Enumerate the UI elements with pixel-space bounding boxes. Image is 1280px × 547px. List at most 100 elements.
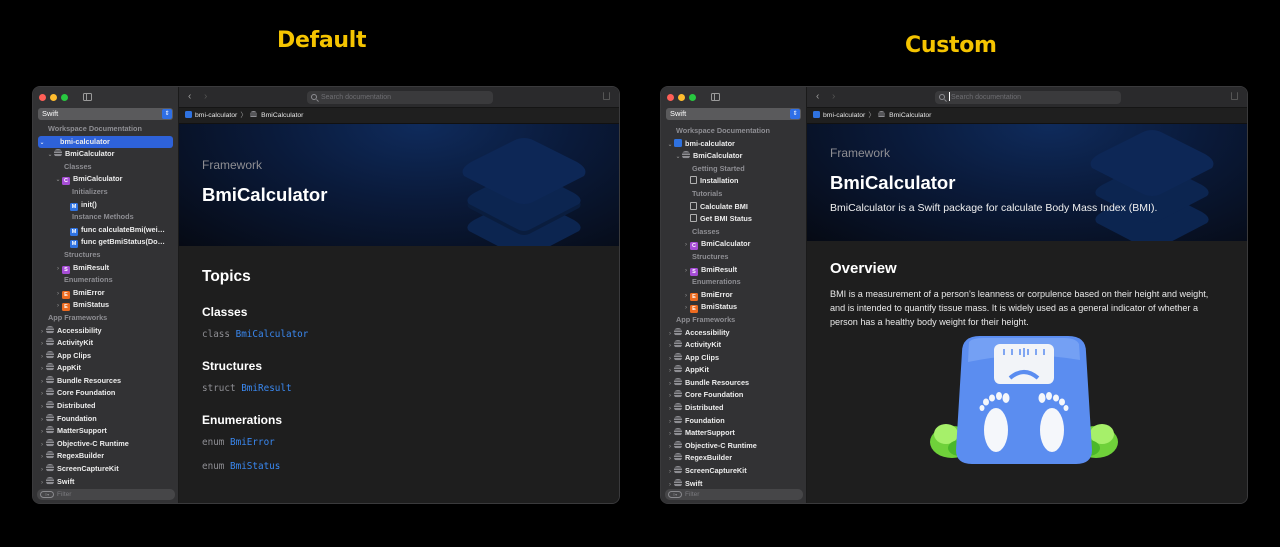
chevron-right-icon[interactable]: › — [666, 428, 674, 440]
chevron-right-icon[interactable]: › — [666, 390, 674, 402]
navigator-item[interactable]: › App Clips — [661, 352, 806, 365]
navigator-item[interactable]: › Distributed — [33, 400, 178, 413]
navigator-item[interactable]: › E BmiStatus — [33, 299, 178, 312]
decl-name[interactable]: BmiResult — [241, 383, 291, 394]
close-window-button[interactable] — [39, 94, 46, 101]
navigator-item[interactable]: › Accessibility — [33, 325, 178, 338]
filter-icon[interactable]: ≡▾ — [40, 491, 54, 498]
navigator-item[interactable]: Minit() — [33, 199, 178, 212]
chevron-right-icon[interactable]: › — [38, 338, 46, 350]
share-icon[interactable] — [603, 92, 610, 100]
decl-name[interactable]: BmiStatus — [230, 461, 280, 472]
decl-name[interactable]: BmiError — [230, 437, 275, 448]
chevron-right-icon[interactable]: › — [38, 477, 46, 489]
navigator-item[interactable]: Calculate BMI — [661, 201, 806, 214]
chevron-down-icon[interactable]: ⌄ — [38, 137, 46, 149]
chevron-right-icon[interactable]: › — [666, 340, 674, 352]
navigator-item[interactable]: ⌄ C BmiCalculator — [33, 173, 178, 186]
close-window-button[interactable] — [667, 94, 674, 101]
zoom-window-button[interactable] — [689, 94, 696, 101]
navigator-item[interactable]: › E BmiError — [33, 287, 178, 300]
navigator-item[interactable]: › S BmiResult — [661, 264, 806, 277]
chevron-down-icon[interactable]: ⌄ — [54, 174, 62, 186]
chevron-right-icon[interactable]: › — [38, 326, 46, 338]
navigator-item[interactable]: › ScreenCaptureKit — [661, 465, 806, 478]
minimize-window-button[interactable] — [50, 94, 57, 101]
navigator-item[interactable]: › Bundle Resources — [661, 377, 806, 390]
navigator-item[interactable]: › Core Foundation — [661, 389, 806, 402]
chevron-right-icon[interactable]: › — [666, 441, 674, 453]
navigator-item[interactable]: ⌄ BmiCalculator — [33, 148, 178, 161]
navigator-item[interactable]: › Swift — [33, 476, 178, 489]
zoom-window-button[interactable] — [61, 94, 68, 101]
breadcrumb-package[interactable]: bmi-calculator — [823, 112, 865, 119]
navigator-item[interactable]: › E BmiError — [661, 289, 806, 302]
back-button[interactable]: ‹ — [816, 91, 819, 102]
navigator-item[interactable]: › C BmiCalculator — [661, 238, 806, 251]
navigator-item[interactable]: › AppKit — [661, 364, 806, 377]
navigator-item[interactable]: › Objective-C Runtime — [661, 440, 806, 453]
chevron-right-icon[interactable]: › — [54, 300, 62, 312]
minimize-window-button[interactable] — [678, 94, 685, 101]
sidebar-toggle-icon[interactable] — [83, 93, 92, 101]
breadcrumb-package[interactable]: bmi-calculator — [195, 112, 237, 119]
topic-link[interactable]: struct BmiResult — [202, 383, 596, 394]
navigator-item[interactable]: ⌄ bmi-calculator — [661, 138, 806, 151]
forward-button[interactable]: › — [204, 91, 207, 102]
navigator-item[interactable]: Mfunc getBmiStatus(Do… — [33, 236, 178, 249]
chevron-right-icon[interactable]: › — [38, 426, 46, 438]
filter-input[interactable]: ≡▾ Filter — [37, 489, 175, 500]
chevron-right-icon[interactable]: › — [38, 351, 46, 363]
navigator-item[interactable]: › ActivityKit — [33, 337, 178, 350]
navigator-item[interactable]: › Bundle Resources — [33, 375, 178, 388]
search-input[interactable]: Search documentation — [935, 91, 1121, 104]
chevron-right-icon[interactable]: › — [666, 378, 674, 390]
chevron-down-icon[interactable]: ⌄ — [674, 151, 682, 163]
chevron-right-icon[interactable]: › — [666, 328, 674, 340]
chevron-right-icon[interactable]: › — [38, 439, 46, 451]
navigator-item[interactable]: › Distributed — [661, 402, 806, 415]
topic-link[interactable]: enum BmiError — [202, 437, 596, 448]
chevron-right-icon[interactable]: › — [38, 388, 46, 400]
topic-link[interactable]: enum BmiStatus — [202, 461, 596, 472]
navigator-item[interactable]: › ScreenCaptureKit — [33, 463, 178, 476]
navigator-item[interactable]: › Objective-C Runtime — [33, 438, 178, 451]
chevron-right-icon[interactable]: › — [38, 451, 46, 463]
language-select[interactable]: Swift ⇕ — [666, 108, 801, 120]
chevron-right-icon[interactable]: › — [38, 363, 46, 375]
breadcrumb-module[interactable]: BmiCalculator — [261, 112, 303, 119]
filter-input[interactable]: ≡▾ Filter — [665, 489, 803, 500]
chevron-right-icon[interactable]: › — [682, 265, 690, 277]
chevron-right-icon[interactable]: › — [666, 403, 674, 415]
chevron-down-icon[interactable]: ⌄ — [46, 149, 54, 161]
navigator-item[interactable]: › App Clips — [33, 350, 178, 363]
navigator-item[interactable]: › Foundation — [661, 415, 806, 428]
sidebar-toggle-icon[interactable] — [711, 93, 720, 101]
navigator-item[interactable]: › Core Foundation — [33, 387, 178, 400]
decl-name[interactable]: BmiCalculator — [236, 329, 309, 340]
chevron-right-icon[interactable]: › — [38, 414, 46, 426]
navigator-item[interactable]: Installation — [661, 175, 806, 188]
navigator-item[interactable]: › MatterSupport — [33, 425, 178, 438]
chevron-right-icon[interactable]: › — [682, 302, 690, 314]
chevron-right-icon[interactable]: › — [38, 464, 46, 476]
chevron-right-icon[interactable]: › — [682, 290, 690, 302]
filter-icon[interactable]: ≡▾ — [668, 491, 682, 498]
chevron-right-icon[interactable]: › — [54, 263, 62, 275]
search-input[interactable]: Search documentation — [307, 91, 493, 104]
chevron-down-icon[interactable]: ⌄ — [666, 139, 674, 151]
navigator-item[interactable]: Get BMI Status — [661, 213, 806, 226]
chevron-right-icon[interactable]: › — [666, 353, 674, 365]
forward-button[interactable]: › — [832, 91, 835, 102]
back-button[interactable]: ‹ — [188, 91, 191, 102]
chevron-right-icon[interactable]: › — [666, 365, 674, 377]
language-select[interactable]: Swift ⇕ — [38, 108, 173, 120]
navigator-item[interactable]: › RegexBuilder — [661, 452, 806, 465]
chevron-right-icon[interactable]: › — [682, 239, 690, 251]
chevron-right-icon[interactable]: › — [666, 466, 674, 478]
navigator-item[interactable]: Mfunc calculateBmi(wei… — [33, 224, 178, 237]
breadcrumb-module[interactable]: BmiCalculator — [889, 112, 931, 119]
navigator-item[interactable]: › Accessibility — [661, 327, 806, 340]
chevron-right-icon[interactable]: › — [38, 401, 46, 413]
chevron-right-icon[interactable]: › — [666, 416, 674, 428]
